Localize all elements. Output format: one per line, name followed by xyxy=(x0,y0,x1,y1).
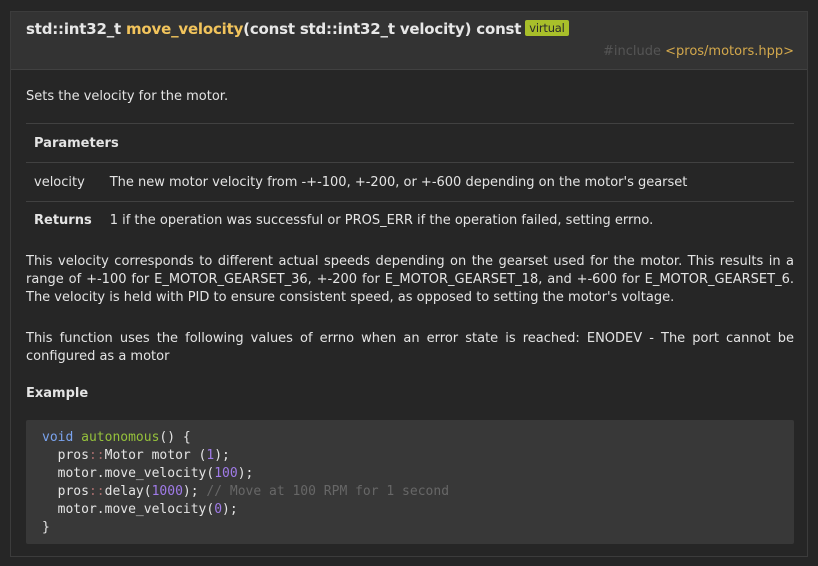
code-scope-operator: :: xyxy=(88,484,105,499)
code-text: Motor motor ( xyxy=(104,448,207,463)
param-name: velocity xyxy=(26,162,102,202)
returns-text: 1 if the operation was successful or PRO… xyxy=(101,201,794,238)
parameters-heading: Parameters xyxy=(26,123,794,163)
virtual-badge: virtual xyxy=(525,20,569,36)
include-line: #include <pros/motors.hpp> xyxy=(603,44,794,59)
code-number: 100 xyxy=(214,466,238,481)
code-scope-operator: :: xyxy=(88,448,105,463)
param-description: The new motor velocity from -+-100, +-20… xyxy=(101,162,794,202)
function-name-link[interactable]: move_velocity xyxy=(126,20,243,38)
params-signature: (const std::int32_t velocity) const xyxy=(243,20,522,38)
code-text: motor.move_velocity( xyxy=(57,466,215,481)
code-text: ); xyxy=(214,448,230,463)
function-doc-card: std::int32_t move_velocity(const std::in… xyxy=(10,11,808,557)
example-title: Example xyxy=(26,386,89,401)
details-paragraph: This velocity corresponds to different a… xyxy=(26,254,794,305)
include-header-link[interactable]: <pros/motors.hpp> xyxy=(665,44,794,59)
function-signature-header: std::int32_t move_velocity(const std::in… xyxy=(11,12,807,70)
parameters-table: Parameters velocity The new motor veloci… xyxy=(26,123,794,238)
code-namespace: pros xyxy=(57,448,89,463)
code-text: delay( xyxy=(104,484,152,499)
code-text: ); xyxy=(182,484,199,499)
code-text: } xyxy=(42,520,50,535)
code-number: 0 xyxy=(214,502,223,517)
code-text: motor.move_velocity( xyxy=(57,502,215,517)
include-keyword: #include xyxy=(602,44,661,59)
errno-paragraph: This function uses the following values … xyxy=(26,331,794,364)
code-text: ); xyxy=(237,466,254,481)
code-text: () { xyxy=(159,430,191,445)
code-text: ); xyxy=(222,502,238,517)
return-type: std::int32_t xyxy=(26,20,121,38)
function-signature: std::int32_t move_velocity(const std::in… xyxy=(26,20,569,38)
code-namespace: pros xyxy=(57,484,89,499)
code-comment: // Move at 100 RPM for 1 second xyxy=(206,484,450,499)
code-number: 1000 xyxy=(151,484,183,499)
code-function-name: autonomous xyxy=(81,430,160,445)
example-code-block[interactable]: void autonomous() { pros::Motor motor (1… xyxy=(26,420,794,544)
table-row: Returns 1 if the operation was successfu… xyxy=(26,201,794,238)
returns-label: Returns xyxy=(26,201,102,238)
code-keyword: void xyxy=(42,430,74,445)
table-row: velocity The new motor velocity from -+-… xyxy=(26,162,794,202)
description: Sets the velocity for the motor. xyxy=(26,89,229,104)
